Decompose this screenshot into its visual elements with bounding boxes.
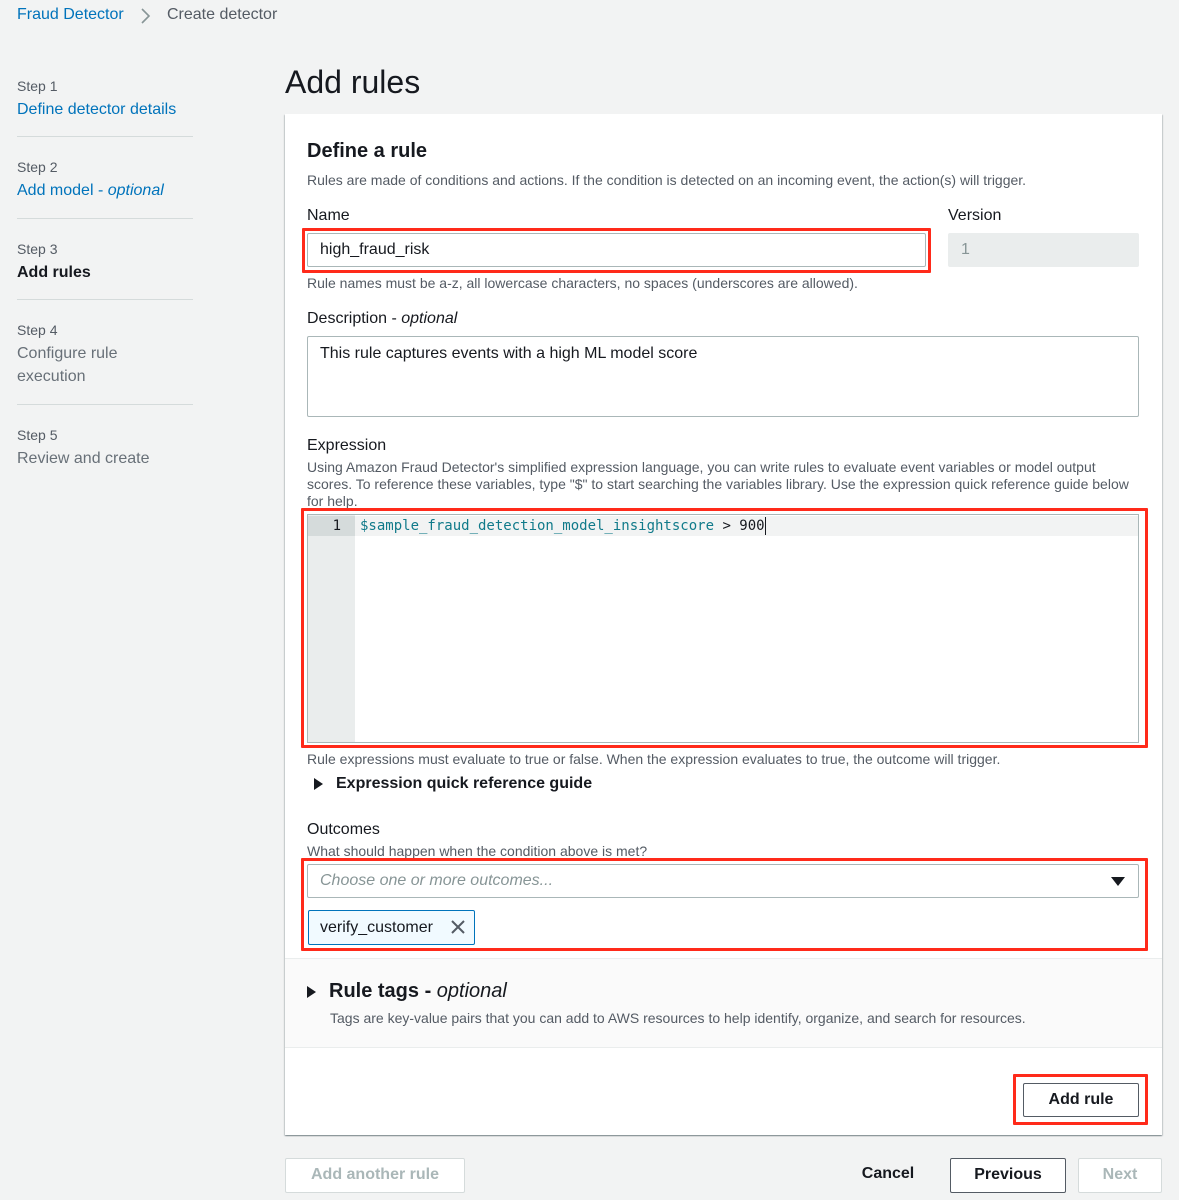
- rule-tags-toggle[interactable]: Rule tags - optional: [307, 980, 507, 1003]
- expression-label: Expression: [307, 437, 387, 454]
- highlight-box: [1013, 1074, 1148, 1125]
- previous-button[interactable]: Previous: [950, 1158, 1066, 1193]
- name-label: Name: [307, 207, 350, 224]
- step-configure-rule-execution: Configure rule execution: [17, 345, 118, 385]
- section-divider: [285, 1047, 1162, 1048]
- step-number: Step 3: [17, 241, 58, 257]
- add-another-rule-button: Add another rule: [285, 1158, 465, 1193]
- step-link-define-detector[interactable]: Define detector details: [17, 98, 193, 121]
- expression-guide-toggle[interactable]: Expression quick reference guide: [314, 775, 592, 793]
- section-description: Rules are made of conditions and actions…: [307, 172, 1027, 188]
- outcomes-label: Outcomes: [307, 821, 380, 838]
- description-label-text: Description -: [307, 310, 402, 327]
- step-number: Step 4: [17, 322, 58, 338]
- description-textarea[interactable]: This rule captures events with a high ML…: [307, 336, 1139, 417]
- rule-tags-hint: Tags are key-value pairs that you can ad…: [330, 1010, 1026, 1026]
- highlight-box: [301, 858, 1148, 951]
- highlight-box: [302, 228, 931, 273]
- step-number: Step 1: [17, 78, 58, 94]
- step-number: Step 5: [17, 427, 58, 443]
- section-divider: [285, 958, 1162, 959]
- next-button: Next: [1078, 1158, 1162, 1193]
- step-5: Step 5 Review and create: [17, 425, 193, 470]
- version-label: Version: [948, 207, 1002, 224]
- step-3: Step 3 Add rules: [17, 239, 193, 284]
- step-1: Step 1 Define detector details: [17, 76, 193, 121]
- optional-label: optional: [107, 182, 164, 199]
- caret-right-icon: [314, 778, 323, 790]
- cancel-button[interactable]: Cancel: [848, 1158, 928, 1193]
- step-review-and-create: Review and create: [17, 450, 150, 467]
- step-title-text: Add model -: [17, 182, 108, 199]
- step-divider: [17, 218, 193, 219]
- highlight-box: [301, 508, 1148, 748]
- step-divider: [17, 136, 193, 137]
- caret-right-icon: [307, 985, 316, 998]
- rule-tags-section: [285, 958, 1162, 1048]
- step-divider: [17, 299, 193, 300]
- name-hint: Rule names must be a-z, all lowercase ch…: [307, 275, 858, 291]
- step-link-add-model[interactable]: Add model - optional: [17, 179, 193, 202]
- optional-label: optional: [401, 310, 458, 327]
- step-current-add-rules: Add rules: [17, 264, 91, 281]
- chevron-right-icon: [141, 8, 151, 24]
- step-number: Step 2: [17, 159, 58, 175]
- version-input: 1: [948, 233, 1139, 267]
- rule-tags-label: Rule tags - optional: [329, 980, 507, 1003]
- expression-hint: Using Amazon Fraud Detector's simplified…: [307, 459, 1129, 509]
- breadcrumb-create-detector: Create detector: [167, 6, 278, 23]
- step-2: Step 2 Add model - optional: [17, 157, 193, 202]
- step-4: Step 4 Configure rule execution: [17, 320, 193, 388]
- page-title: Add rules: [285, 64, 421, 100]
- expression-guide-label: Expression quick reference guide: [336, 775, 593, 792]
- section-title: Define a rule: [307, 140, 428, 162]
- optional-label: optional: [436, 980, 507, 1002]
- breadcrumb-fraud-detector[interactable]: Fraud Detector: [17, 6, 124, 24]
- step-divider: [17, 404, 193, 405]
- description-label: Description - optional: [307, 310, 457, 328]
- rule-tags-label-text: Rule tags -: [329, 980, 437, 1002]
- expression-footer-hint: Rule expressions must evaluate to true o…: [307, 751, 1001, 767]
